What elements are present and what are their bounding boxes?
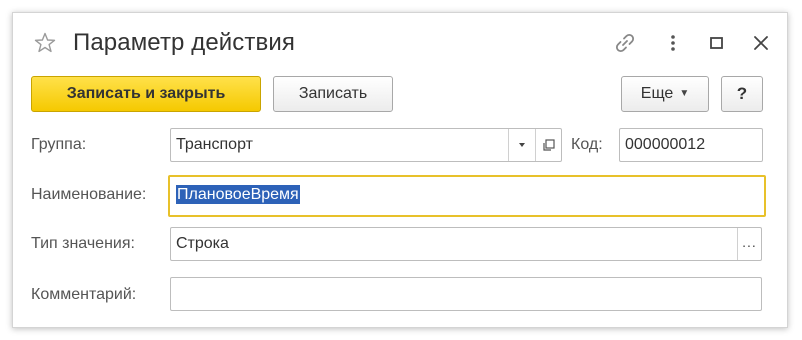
open-icon[interactable] xyxy=(535,129,561,161)
group-label: Группа: xyxy=(31,136,87,153)
dialog-window: Параметр действия Записать и закрыть Зап… xyxy=(12,12,788,328)
comment-label: Комментарий: xyxy=(31,286,137,303)
link-icon[interactable] xyxy=(613,31,637,55)
more-menu-label: Еще xyxy=(640,85,674,102)
group-field[interactable]: Транспорт xyxy=(170,128,562,162)
title-bar: Параметр действия xyxy=(13,13,787,73)
name-value: ПлановоеВремя xyxy=(176,185,300,204)
name-input[interactable]: ПлановоеВремя xyxy=(168,175,766,217)
code-field[interactable]: 000000012 xyxy=(619,128,763,162)
select-ellipsis-button[interactable]: ... xyxy=(737,228,761,260)
value-type-value: Строка xyxy=(176,235,229,252)
save-and-close-button[interactable]: Записать и закрыть xyxy=(31,76,261,112)
maximize-icon[interactable] xyxy=(705,31,729,55)
star-icon[interactable] xyxy=(33,31,57,55)
more-menu-button[interactable]: Еще ▼ xyxy=(621,76,709,112)
value-type-label: Тип значения: xyxy=(31,235,135,252)
code-label: Код: xyxy=(571,136,603,153)
group-value: Транспорт xyxy=(176,136,253,153)
code-value: 000000012 xyxy=(625,136,706,153)
caret-down-icon: ▼ xyxy=(679,88,690,99)
name-label: Наименование: xyxy=(31,186,147,203)
close-icon[interactable] xyxy=(749,31,773,55)
value-type-field[interactable]: Строка ... xyxy=(170,227,762,261)
comment-input[interactable] xyxy=(170,277,762,311)
dropdown-button[interactable] xyxy=(508,129,534,161)
window-title: Параметр действия xyxy=(73,29,295,56)
save-button[interactable]: Записать xyxy=(273,76,393,112)
more-vertical-icon[interactable] xyxy=(661,31,685,55)
help-button[interactable]: ? xyxy=(721,76,763,112)
